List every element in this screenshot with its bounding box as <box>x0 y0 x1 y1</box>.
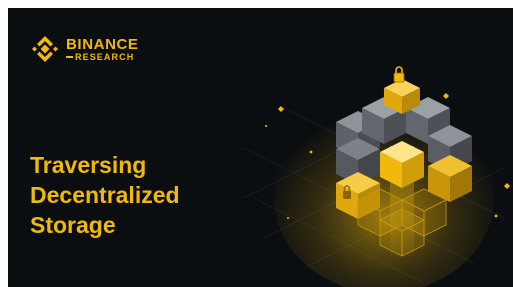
title-line-1: Traversing <box>30 152 147 178</box>
title-line-3: Storage <box>30 212 116 238</box>
logo-dash <box>66 56 73 58</box>
storage-cube-grid-icon <box>244 66 510 287</box>
banner: BINANCE RESEARCH Traversing Decentralize… <box>8 8 513 287</box>
binance-research-logo: BINANCE RESEARCH <box>30 34 139 64</box>
logo-brand-name: BINANCE <box>66 35 139 53</box>
logo-subtitle: RESEARCH <box>66 51 139 62</box>
top-lock-cube <box>384 66 420 114</box>
binance-diamond-icon <box>32 36 58 62</box>
logo-subtitle-text: RESEARCH <box>75 51 135 62</box>
page-title: Traversing Decentralized Storage <box>30 150 180 240</box>
title-line-2: Decentralized <box>30 182 180 208</box>
